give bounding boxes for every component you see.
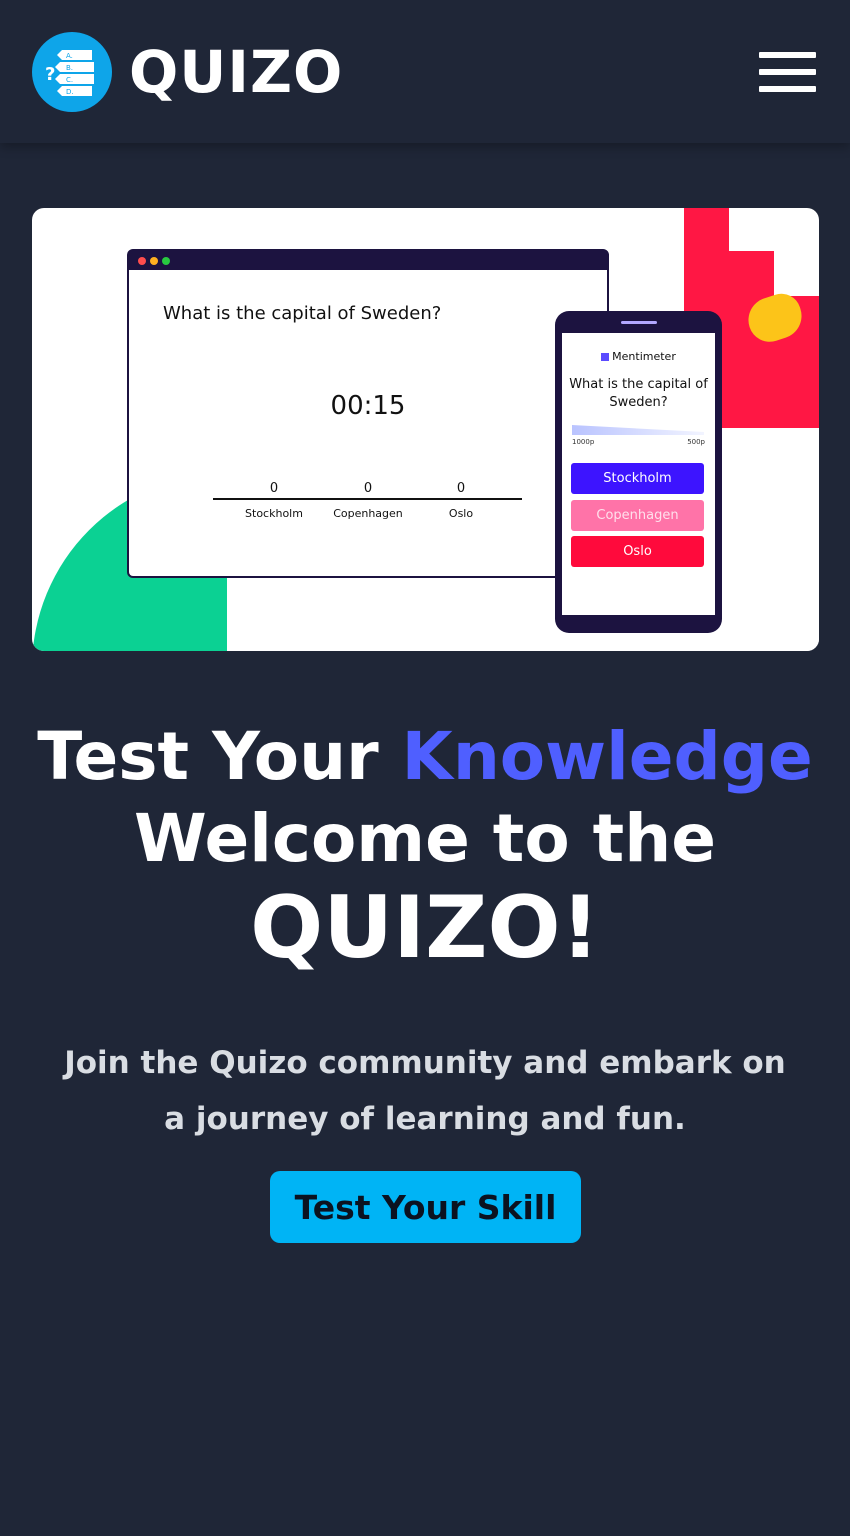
hamburger-menu-icon[interactable] bbox=[759, 52, 816, 93]
close-dot-icon bbox=[138, 257, 146, 265]
heading-line-3: QUIZO! bbox=[250, 878, 600, 978]
browser-title-bar bbox=[129, 251, 607, 270]
mentimeter-icon bbox=[601, 353, 610, 361]
option-count: 0 bbox=[456, 481, 466, 496]
points-right: 500p bbox=[687, 438, 705, 446]
phone-screen: Mentimeter What is the capital of Sweden… bbox=[562, 333, 715, 615]
minimize-dot-icon bbox=[150, 257, 158, 265]
svg-text:?: ? bbox=[45, 64, 55, 85]
browser-mockup: What is the capital of Sweden? 00:15 0 0… bbox=[127, 249, 609, 578]
hero-subtitle: Join the Quizo community and embark on a… bbox=[64, 1045, 786, 1137]
logo-letter: B. bbox=[66, 64, 73, 72]
heading-line-2: Welcome to the bbox=[134, 800, 716, 877]
option-count: 0 bbox=[363, 481, 373, 496]
site-header: ? A. B. C. D. QUIZO bbox=[0, 0, 850, 143]
test-your-skill-button[interactable]: Test Your Skill bbox=[270, 1171, 581, 1243]
phone-mockup: Mentimeter What is the capital of Sweden… bbox=[555, 311, 722, 633]
heading-line-1: Test Your Knowledge bbox=[0, 716, 850, 798]
phone-question: What is the capital of Sweden? bbox=[569, 377, 708, 410]
phone-option-copenhagen: Copenhagen bbox=[571, 500, 704, 531]
heading-prefix: Test Your bbox=[37, 718, 379, 795]
quiz-timer: 00:15 bbox=[330, 391, 406, 421]
results-axis bbox=[213, 498, 522, 500]
option-label: Oslo bbox=[448, 507, 474, 520]
option-count: 0 bbox=[269, 481, 279, 496]
points-left: 1000p bbox=[572, 438, 595, 446]
hero-illustration: What is the capital of Sweden? 00:15 0 0… bbox=[32, 208, 819, 651]
logo-letter: C. bbox=[66, 76, 73, 84]
heading-accent: Knowledge bbox=[401, 718, 813, 795]
maximize-dot-icon bbox=[162, 257, 170, 265]
points-bar bbox=[572, 425, 704, 435]
brand-name[interactable]: QUIZO bbox=[129, 36, 343, 108]
quiz-checklist-icon[interactable]: ? A. B. C. D. bbox=[32, 32, 112, 112]
phone-option-oslo: Oslo bbox=[571, 536, 704, 567]
mentimeter-logo: Mentimeter bbox=[562, 350, 715, 363]
logo-letter: D. bbox=[66, 88, 74, 96]
logo-letter: A. bbox=[66, 52, 73, 60]
quiz-question: What is the capital of Sweden? bbox=[163, 303, 442, 324]
phone-option-stockholm: Stockholm bbox=[571, 463, 704, 494]
